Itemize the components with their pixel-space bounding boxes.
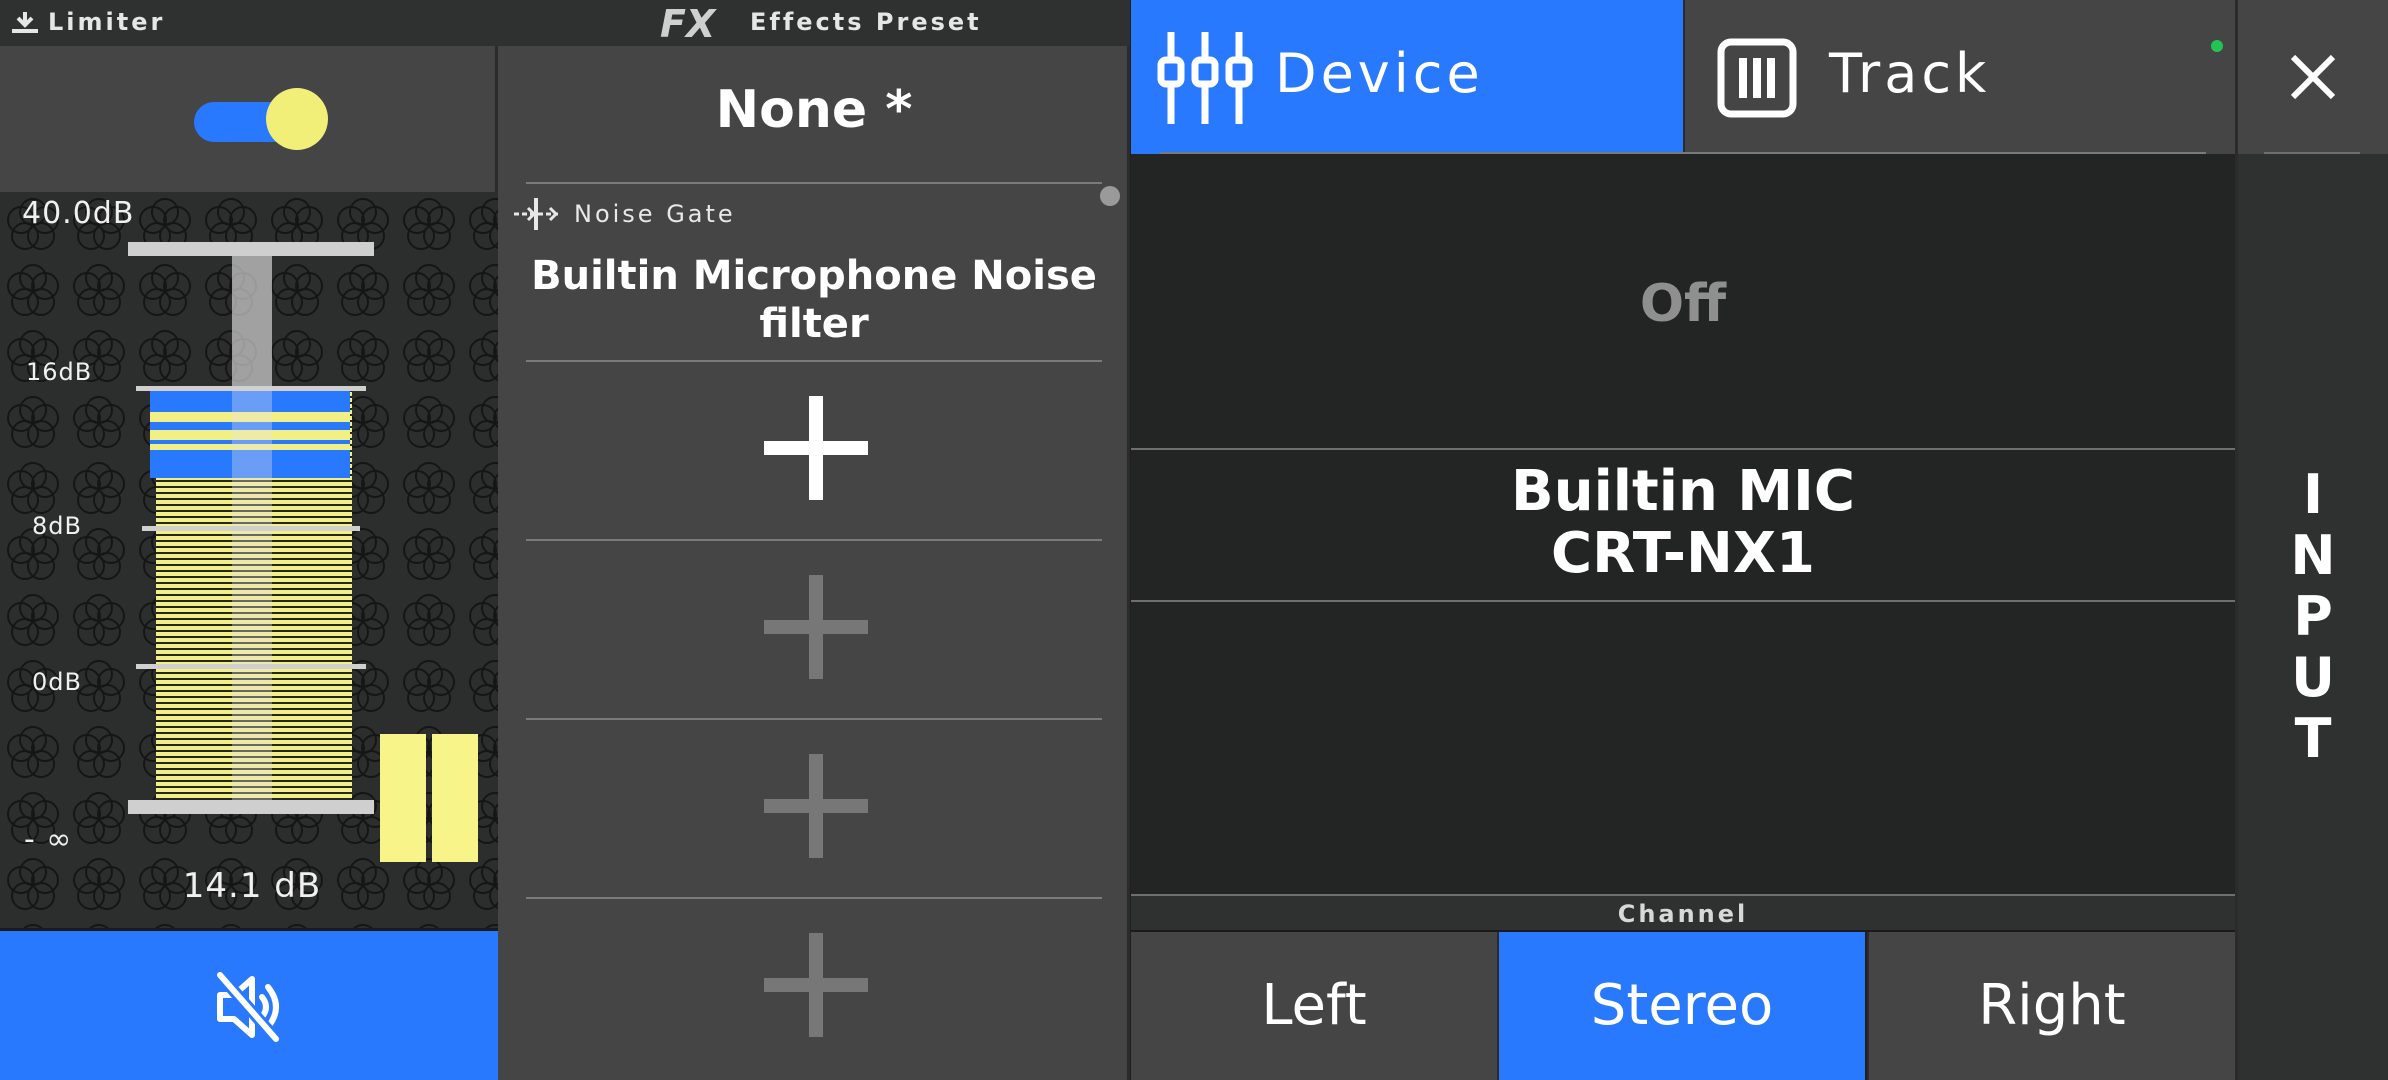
scale-label-0db: 0dB	[32, 668, 82, 696]
effects-header: FX Effects Preset	[498, 0, 1130, 46]
device-name: Builtin MIC	[1511, 459, 1855, 524]
input-title-letter: N	[2290, 524, 2336, 587]
add-effect-slot-2[interactable]	[526, 541, 1102, 717]
input-title-letter: I	[2302, 463, 2324, 526]
channel-stereo-button[interactable]: Stereo	[1499, 932, 1865, 1080]
limiter-toggle[interactable]	[190, 88, 330, 150]
input-side-panel[interactable]: INPUT	[2235, 154, 2388, 1080]
tick-8db	[142, 526, 360, 531]
effect-type-label: Noise Gate	[574, 200, 736, 228]
status-indicator	[2211, 40, 2223, 52]
plus-icon	[764, 933, 868, 1037]
add-effect-slot-3[interactable]	[526, 720, 1102, 896]
channel-header: Channel	[1131, 896, 2235, 932]
plus-icon	[764, 575, 868, 679]
tick-16db	[136, 386, 366, 391]
speaker-muted-icon	[215, 971, 281, 1043]
tab-underline	[1160, 152, 2206, 154]
plus-icon	[764, 754, 868, 858]
mute-button[interactable]	[0, 928, 498, 1080]
slot-divider	[526, 182, 1102, 184]
channel-label: Channel	[1617, 900, 1749, 928]
mixer-sliders-icon	[1157, 32, 1253, 124]
peak-meter-right	[432, 734, 478, 862]
plus-icon	[764, 396, 868, 500]
device-selector[interactable]: Builtin MIC CRT-NX1	[1131, 450, 2235, 602]
tab-track[interactable]: Track	[1683, 0, 2235, 154]
device-status: Off	[1639, 274, 1727, 334]
close-icon	[2290, 54, 2336, 100]
input-title-letter: U	[2291, 646, 2335, 709]
input-title: INPUT	[2238, 464, 2388, 769]
tick-0db	[136, 664, 366, 669]
tab-device-label: Device	[1275, 42, 1484, 105]
limiter-header: Limiter	[0, 0, 498, 46]
peak-meter-left	[380, 734, 426, 862]
tab-track-label: Track	[1829, 42, 1991, 105]
input-title-letter: P	[2293, 585, 2333, 648]
scale-label-neg-inf: - ∞	[24, 822, 73, 857]
threshold-rail-bottom	[128, 800, 374, 814]
add-effect-slot-1[interactable]	[526, 362, 1102, 538]
effect-name: Builtin Microphone Noise filter	[531, 253, 1097, 347]
level-readout: 14.1 dB	[182, 866, 322, 906]
noise-gate-icon	[514, 198, 559, 230]
scale-label-8db: 8dB	[32, 512, 82, 540]
limiter-title: Limiter	[48, 8, 166, 36]
effects-panel: FX Effects Preset None * Noise Gate Buil…	[498, 0, 1130, 1080]
effects-title: Effects Preset	[750, 8, 982, 36]
scale-label-16db: 16dB	[26, 358, 93, 386]
max-level-label: 40.0dB	[22, 196, 135, 231]
device-empty-panel	[1131, 602, 2235, 896]
add-effect-slot-4[interactable]	[526, 899, 1102, 1075]
fx-logo: FX	[660, 4, 717, 42]
toggle-knob	[266, 88, 328, 150]
device-status-panel[interactable]: Off	[1131, 154, 2235, 450]
svg-text:FX: FX	[660, 4, 717, 42]
channel-left-button[interactable]: Left	[1131, 932, 1499, 1080]
limiter-panel: Limiter 40.0dB 16dB 8dB 0dB - ∞ 14.1 dB	[0, 0, 498, 1080]
threshold-rail-top[interactable]	[128, 242, 374, 256]
input-title-letter: T	[2294, 707, 2332, 770]
close-button[interactable]	[2235, 0, 2388, 154]
device-model: CRT-NX1	[1551, 521, 1815, 586]
scroll-indicator[interactable]	[1100, 186, 1120, 206]
tab-device[interactable]: Device	[1131, 0, 1683, 154]
track-icon	[1717, 38, 1797, 118]
download-icon	[12, 12, 38, 33]
channel-right-button[interactable]: Right	[1867, 932, 2235, 1080]
preset-name[interactable]: None *	[498, 80, 1130, 140]
